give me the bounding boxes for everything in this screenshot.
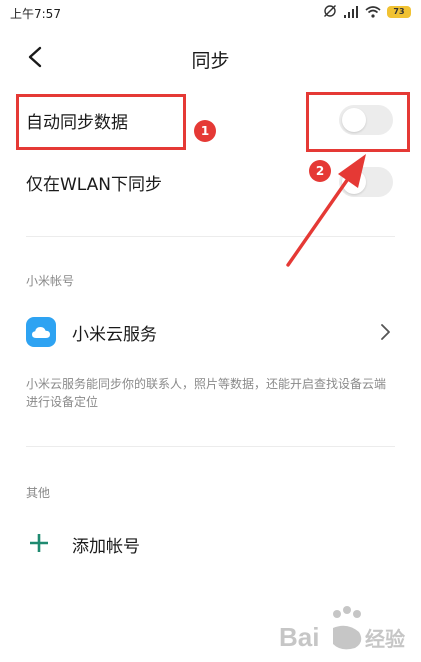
status-icons: 73 — [323, 4, 411, 20]
section-header-account: 小米帐号 — [26, 274, 75, 288]
wlan-sync-row[interactable]: 仅在WLAN下同步 — [0, 156, 421, 208]
cloud-icon — [26, 317, 56, 347]
alarm-off-icon — [323, 3, 337, 22]
mi-cloud-service-row[interactable]: 小米云服务 — [0, 306, 421, 358]
mi-cloud-description: 小米云服务能同步你的联系人，照片等数据，还能开启查找设备云端进行设备定位 — [26, 377, 387, 409]
annotation-box-auto-sync — [16, 94, 186, 150]
page-title: 同步 — [191, 50, 230, 72]
section-header-other: 其他 — [26, 486, 51, 500]
status-time: 上午7:57 — [10, 7, 61, 21]
annotation-badge-1: 1 — [194, 120, 216, 142]
wlan-sync-toggle[interactable] — [339, 167, 393, 197]
add-account-row[interactable]: 添加帐号 — [0, 518, 421, 568]
status-bar: 上午7:57 73 — [0, 0, 421, 26]
signal-icon — [343, 3, 359, 22]
battery-icon: 73 — [387, 6, 411, 18]
app-bar: 同步 — [0, 36, 421, 78]
plus-icon — [30, 534, 48, 552]
wlan-sync-label: 仅在WLAN下同步 — [26, 175, 163, 195]
divider — [26, 446, 395, 447]
baidu-watermark-logo: Bai 经验 — [275, 602, 407, 656]
svg-text:Bai: Bai — [279, 622, 319, 652]
add-account-label: 添加帐号 — [72, 537, 140, 557]
chevron-right-icon — [381, 324, 390, 340]
mi-cloud-service-label: 小米云服务 — [72, 325, 157, 345]
svg-text:经验: 经验 — [365, 627, 405, 651]
divider — [26, 236, 395, 237]
wifi-icon — [365, 3, 381, 22]
annotation-badge-2: 2 — [309, 160, 331, 182]
annotation-box-toggle — [306, 92, 410, 152]
toggle-knob — [342, 170, 366, 194]
